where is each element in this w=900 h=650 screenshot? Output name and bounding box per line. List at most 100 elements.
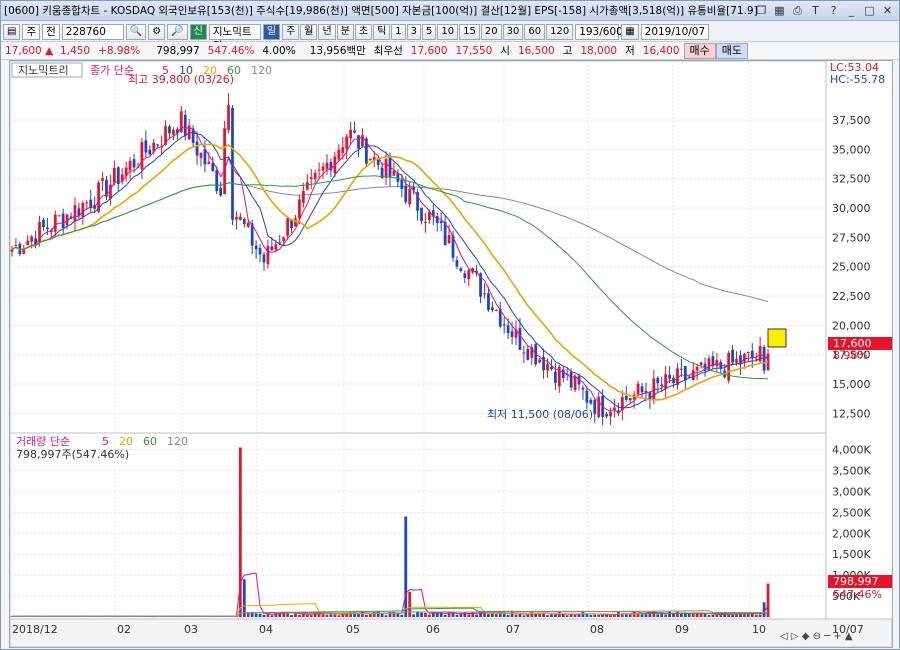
period-button-14[interactable]: 120 (546, 23, 574, 40)
hc-label: HC:-55.78 (830, 73, 885, 86)
volume-bar (258, 613, 262, 617)
restore-icon[interactable]: ❐ (754, 3, 769, 18)
chart-area[interactable]: 37,500 35,000 32,500 30,000 27,500 25,000 22,5… (9, 60, 893, 648)
price-tick-label: 12,500 (832, 407, 871, 420)
period-button-7[interactable]: 3 (406, 23, 422, 40)
period-button-10[interactable]: 15 (459, 23, 480, 40)
unit-select[interactable]: 전 (42, 23, 60, 40)
volume-bar (597, 614, 601, 617)
calendar-icon[interactable]: ▦ (621, 23, 639, 40)
period-button-9[interactable]: 10 (437, 23, 459, 40)
period-button-4[interactable]: 초 (354, 23, 373, 40)
candle-body (148, 149, 152, 155)
price-tick-label: 20,000 (832, 319, 871, 332)
period-button-11[interactable]: 20 (480, 23, 502, 40)
volume-bar (459, 613, 463, 617)
candle-body (345, 136, 349, 149)
candle-body (195, 141, 199, 156)
volume-bar (384, 615, 388, 617)
x-tick-label: 09 (675, 623, 689, 636)
volume-bar (400, 614, 404, 617)
candle-body (144, 140, 148, 153)
period-button-5[interactable]: 틱 (373, 23, 391, 40)
zoom-icon[interactable]: 🔎 (167, 23, 188, 40)
x-tick-label: 04 (259, 623, 273, 636)
candle-body (235, 216, 238, 220)
candle-body (321, 166, 325, 171)
volume-bar (428, 614, 431, 617)
period-button-0[interactable]: 주 (282, 23, 300, 40)
candle-body (246, 222, 250, 227)
volume-bar (546, 615, 549, 617)
count-input[interactable]: 193/600 (575, 23, 623, 40)
volume-bar (514, 614, 518, 617)
candle-body (172, 129, 175, 135)
candle-body (691, 370, 695, 381)
candle-body (140, 142, 144, 170)
signal-marker[interactable] (767, 328, 787, 348)
period-button-1[interactable]: 월 (300, 23, 318, 40)
price-tick-label: 30,000 (832, 202, 871, 215)
volume-bar (290, 615, 293, 617)
stock-code-input[interactable]: 228760 (61, 23, 124, 40)
minimize-icon[interactable]: _ (844, 3, 859, 18)
settings-icon[interactable]: ⚙ (148, 23, 166, 40)
volume-bar (262, 615, 266, 617)
period-button-6[interactable]: 1 (391, 23, 406, 40)
candle-body (695, 366, 699, 371)
stock-chart-svg[interactable]: 37,500 35,000 32,500 30,000 27,500 25,000 22,5… (9, 60, 893, 648)
volume-bar (317, 614, 321, 617)
volume-bar (333, 614, 337, 617)
period-button-12[interactable]: 30 (502, 23, 524, 40)
candle-body (455, 260, 459, 267)
candle-body (211, 163, 215, 172)
candle-body (581, 387, 585, 390)
candle-body (538, 359, 542, 363)
volume-bar (364, 614, 368, 617)
volume-tick-label: 2,500K (832, 506, 871, 519)
period-select[interactable]: 주 (22, 23, 41, 40)
candle-body (156, 144, 160, 146)
period-button-3[interactable]: 분 (336, 23, 354, 40)
volume-bar (443, 614, 447, 617)
volume-bar (294, 613, 297, 617)
buy-button[interactable]: 매수 (683, 42, 716, 59)
layout-icon[interactable]: ▤ (3, 23, 21, 40)
volume-bar (408, 591, 412, 617)
candle-body (636, 383, 640, 395)
volume-bar (593, 614, 597, 617)
scroll-bar-icons[interactable]: ◁ ▷ ◆ ⊖ ─ + ▲ (780, 631, 853, 642)
quote-price-value: 17,600 (5, 44, 42, 57)
text-icon[interactable]: T (808, 3, 823, 18)
candle-body (384, 159, 388, 178)
candle-body (439, 221, 443, 224)
candle-body (502, 324, 506, 326)
volume-bar (246, 613, 250, 617)
period-daily-button[interactable]: 일 (262, 23, 281, 40)
date-input[interactable]: 2019/10/07 (640, 23, 710, 40)
volume-bar (585, 614, 589, 617)
candle-body (400, 179, 404, 189)
period-button-2[interactable]: 년 (318, 23, 336, 40)
candle-body (435, 216, 439, 223)
candle-body (727, 352, 731, 381)
search-icon[interactable]: 🔍 (125, 23, 147, 40)
print-icon[interactable]: ⎙ (790, 3, 805, 18)
candle-body (518, 328, 522, 350)
period-button-8[interactable]: 5 (422, 23, 437, 40)
volume-bar (680, 614, 683, 617)
sell-button[interactable]: 매도 (715, 42, 749, 59)
maximize-icon[interactable]: □ (862, 3, 877, 18)
candle-body (680, 368, 683, 370)
volume-tick-label: 4,000K (832, 444, 871, 457)
close-icon[interactable]: ✕ (880, 3, 895, 18)
period-button-13[interactable]: 60 (524, 23, 546, 40)
candle-body (554, 371, 557, 383)
volume-bar (416, 612, 419, 617)
stock-name[interactable]: 지노믹트리 (208, 23, 261, 52)
candle-body (459, 268, 463, 271)
candle-body (561, 369, 565, 378)
help-icon[interactable]: ? (826, 3, 841, 18)
grid-icon[interactable]: ▦ (772, 3, 787, 18)
candle-body (132, 159, 136, 168)
